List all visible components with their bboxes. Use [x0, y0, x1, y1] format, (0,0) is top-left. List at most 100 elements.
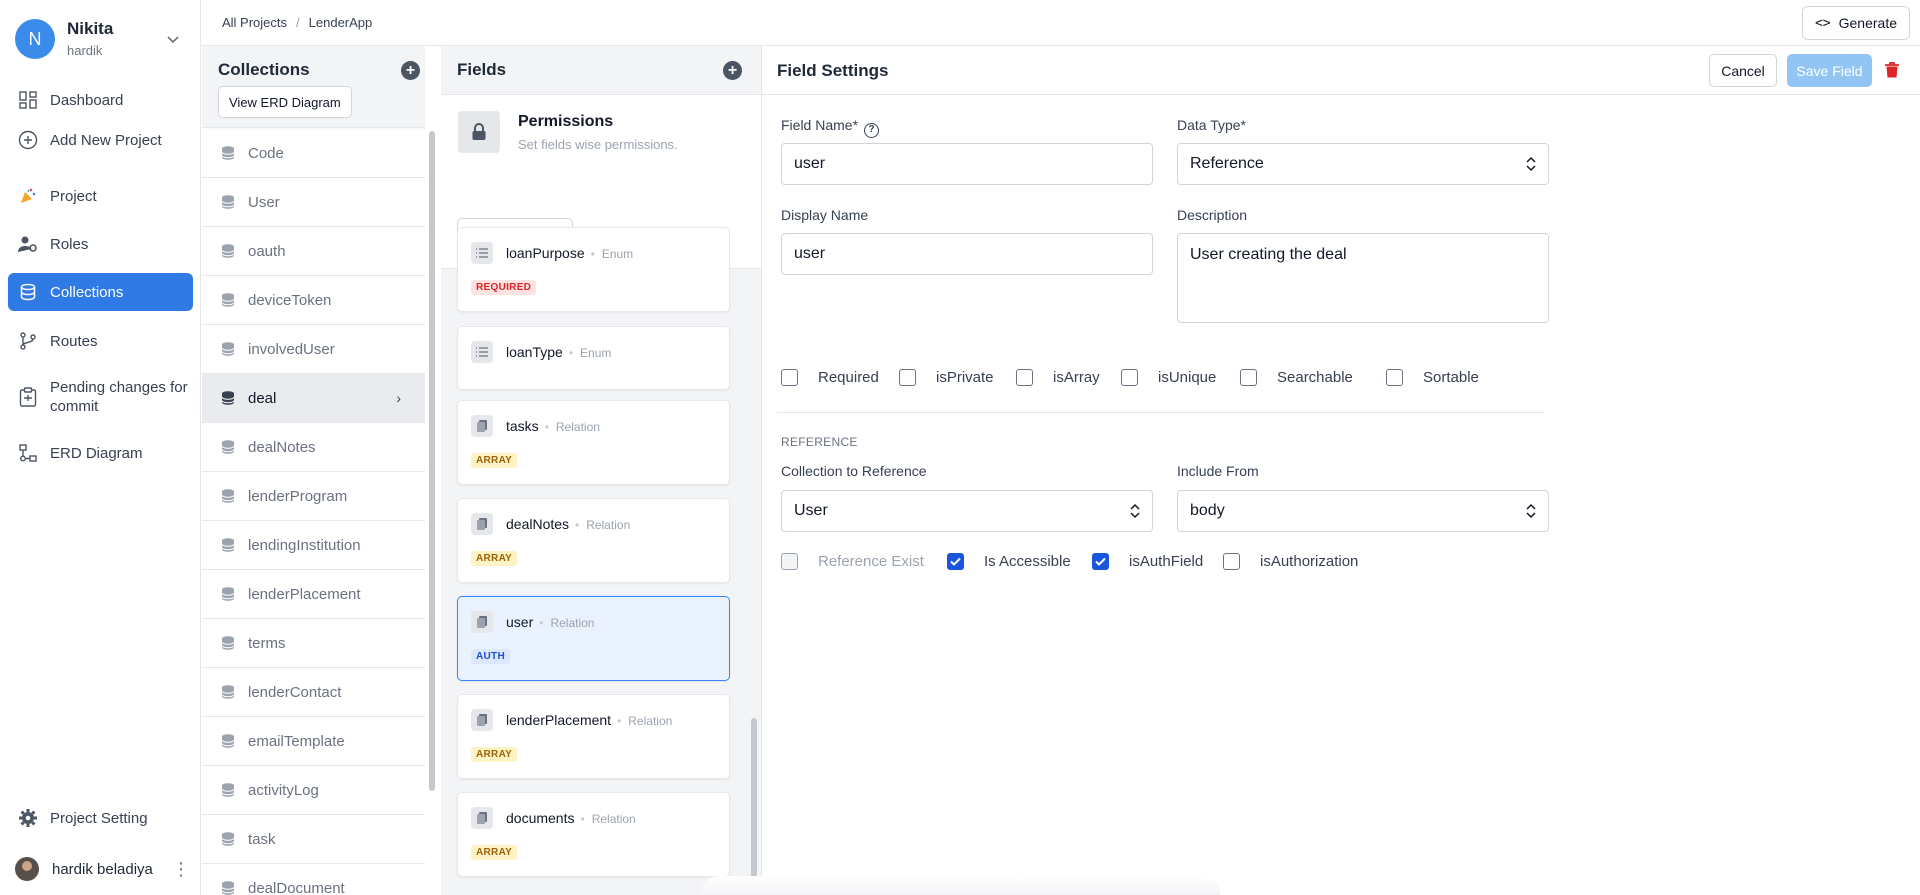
- reference-section-label: REFERENCE: [781, 435, 858, 449]
- collection-item[interactable]: User: [202, 178, 425, 227]
- checkbox-checked-icon[interactable]: [1092, 553, 1109, 570]
- breadcrumb-root[interactable]: All Projects: [222, 15, 287, 30]
- sidebar-item-label: ERD Diagram: [50, 444, 143, 462]
- checkbox-sortable[interactable]: Sortable: [1386, 369, 1479, 386]
- sidebar-item-add-project[interactable]: Add New Project: [8, 121, 193, 159]
- include-from-value: body: [1190, 502, 1225, 519]
- field-card[interactable]: lenderPlacement Relation ARRAY: [457, 694, 730, 779]
- collection-item[interactable]: deviceToken: [202, 276, 425, 325]
- save-field-button[interactable]: Save Field: [1787, 54, 1872, 87]
- include-from-label: Include From: [1177, 463, 1259, 479]
- collections-list: Code User oauth deviceToken involvedUser deal…: [202, 129, 425, 895]
- description-textarea[interactable]: User creating the deal: [1177, 233, 1549, 323]
- list-icon: [471, 341, 493, 363]
- list-icon: [471, 242, 493, 264]
- field-card[interactable]: user Relation AUTH: [457, 596, 730, 681]
- collection-item[interactable]: lenderPlacement: [202, 570, 425, 619]
- database-icon: [221, 244, 235, 258]
- checkbox-searchable[interactable]: Searchable: [1240, 369, 1353, 386]
- checkbox-icon[interactable]: [781, 553, 798, 570]
- collection-item[interactable]: lendingInstitution: [202, 521, 425, 570]
- field-card[interactable]: dealNotes Relation ARRAY: [457, 498, 730, 583]
- collection-item-label: deviceToken: [248, 291, 332, 309]
- sidebar-item-collections[interactable]: Collections: [8, 273, 193, 311]
- collection-item[interactable]: deal ›: [202, 374, 425, 423]
- sidebar: N Nikita hardik Dashboard Add New Projec…: [0, 0, 201, 895]
- checkbox-icon[interactable]: [1386, 369, 1403, 386]
- checkbox-icon[interactable]: [781, 369, 798, 386]
- field-type-text: Relation: [575, 518, 630, 532]
- database-icon: [221, 783, 235, 797]
- checkbox-label: isAuthField: [1129, 553, 1204, 570]
- sidebar-item-routes[interactable]: Routes: [8, 322, 193, 360]
- collection-item-label: dealDocument: [248, 879, 345, 895]
- collection-item[interactable]: involvedUser: [202, 325, 425, 374]
- checkbox-is-accessible[interactable]: Is Accessible: [947, 553, 1071, 570]
- copy-icon: [471, 611, 493, 633]
- copy-icon: [471, 807, 493, 829]
- collection-item[interactable]: lenderContact: [202, 668, 425, 717]
- fields-panel: Fields + Permissions Set fields wise per…: [441, 46, 762, 895]
- field-card[interactable]: loanType Enum: [457, 326, 730, 390]
- database-icon: [221, 538, 235, 552]
- add-field-icon[interactable]: +: [723, 61, 742, 80]
- collection-item[interactable]: terms: [202, 619, 425, 668]
- display-name-input[interactable]: user: [781, 233, 1153, 275]
- field-type-text: Relation: [539, 616, 594, 630]
- field-card[interactable]: documents Relation ARRAY: [457, 792, 730, 877]
- sidebar-item-erd-diagram[interactable]: ERD Diagram: [8, 434, 193, 472]
- generate-button[interactable]: <> Generate: [1801, 6, 1910, 40]
- collection-item[interactable]: dealDocument: [202, 864, 425, 895]
- collection-reference-select[interactable]: User: [781, 490, 1153, 532]
- collections-scrollbar[interactable]: [429, 131, 435, 791]
- checkbox-isauthorization[interactable]: isAuthorization: [1223, 553, 1358, 570]
- sidebar-item-pending-changes[interactable]: Pending changes for commit: [8, 372, 193, 422]
- sidebar-item-label: Project: [50, 187, 97, 205]
- sidebar-item-dashboard[interactable]: Dashboard: [8, 81, 193, 119]
- checkbox-isprivate[interactable]: isPrivate: [899, 369, 994, 386]
- collection-item-label: User: [248, 193, 280, 211]
- checkbox-checked-icon[interactable]: [947, 553, 964, 570]
- trash-icon[interactable]: [1883, 61, 1901, 79]
- collection-item[interactable]: task: [202, 815, 425, 864]
- user-switcher[interactable]: N Nikita hardik: [15, 19, 185, 59]
- help-circle-icon[interactable]: ?: [864, 123, 880, 138]
- collection-item[interactable]: dealNotes: [202, 423, 425, 472]
- collection-item-label: activityLog: [248, 781, 319, 799]
- chevron-down-icon[interactable]: [165, 31, 181, 47]
- checkbox-icon[interactable]: [1016, 369, 1033, 386]
- checkbox-icon[interactable]: [899, 369, 916, 386]
- checkbox-isauthfield[interactable]: isAuthField: [1092, 553, 1203, 570]
- sidebar-item-roles[interactable]: Roles: [8, 225, 193, 263]
- data-type-select[interactable]: Reference: [1177, 143, 1549, 185]
- checkbox-isarray[interactable]: isArray: [1016, 369, 1100, 386]
- collection-item[interactable]: oauth: [202, 227, 425, 276]
- checkbox-reference-exist[interactable]: Reference Exist: [781, 553, 924, 570]
- field-name-input[interactable]: user: [781, 143, 1153, 185]
- checkbox-icon[interactable]: [1121, 369, 1138, 386]
- checkbox-icon[interactable]: [1240, 369, 1257, 386]
- bottom-user-menu[interactable]: hardik beladiya ⋮: [15, 856, 190, 882]
- collection-item-label: lenderPlacement: [248, 585, 361, 603]
- checkbox-icon[interactable]: [1223, 553, 1240, 570]
- add-collection-icon[interactable]: +: [401, 61, 420, 80]
- field-card[interactable]: loanPurpose Enum REQUIRED: [457, 227, 730, 312]
- include-from-select[interactable]: body: [1177, 490, 1549, 532]
- sidebar-item-project[interactable]: Project: [8, 177, 193, 215]
- collection-item[interactable]: emailTemplate: [202, 717, 425, 766]
- chevron-right-icon: ›: [396, 390, 401, 406]
- fields-scrollbar[interactable]: [751, 718, 757, 891]
- collection-item[interactable]: activityLog: [202, 766, 425, 815]
- more-vertical-icon[interactable]: ⋮: [172, 859, 190, 880]
- cancel-button[interactable]: Cancel: [1709, 54, 1777, 87]
- permissions-title: Permissions: [518, 113, 614, 130]
- sidebar-item-project-setting[interactable]: Project Setting: [8, 799, 193, 837]
- collection-item[interactable]: Code: [202, 129, 425, 178]
- top-bar: All Projects / LenderApp <> Generate: [201, 0, 1920, 46]
- database-icon: [221, 881, 235, 895]
- checkbox-required[interactable]: Required: [781, 369, 879, 386]
- field-card[interactable]: tasks Relation ARRAY: [457, 400, 730, 485]
- checkbox-isunique[interactable]: isUnique: [1121, 369, 1216, 386]
- view-erd-button[interactable]: View ERD Diagram: [218, 86, 352, 118]
- collection-item[interactable]: lenderProgram: [202, 472, 425, 521]
